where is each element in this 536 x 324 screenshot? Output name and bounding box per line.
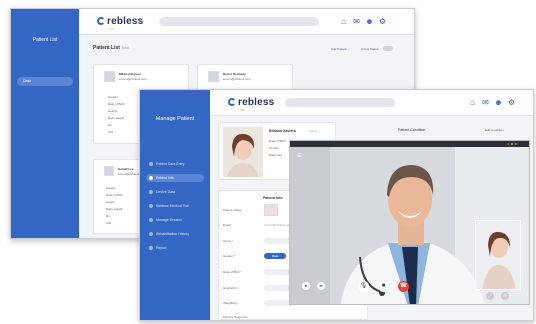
info-label: Diagnosis bbox=[269, 153, 283, 157]
mic-button[interactable]: 🎙 bbox=[358, 281, 369, 292]
sidebar-item-rehab-history[interactable]: Rehabilitation History bbox=[146, 230, 189, 238]
patient-photo bbox=[223, 127, 263, 177]
minimize-dot-icon[interactable] bbox=[511, 143, 513, 145]
logo-ring-icon bbox=[97, 17, 105, 25]
nav-dot-icon bbox=[149, 204, 153, 208]
condition-title: Patient Condition bbox=[398, 128, 426, 132]
field-label: Height bbox=[106, 200, 115, 204]
notification-icon[interactable]: ✉ bbox=[481, 98, 490, 107]
form-label: Patient Image bbox=[223, 208, 242, 212]
field-label: Body weight bbox=[108, 116, 125, 120]
sidebar-item-medical-tool[interactable]: Rebless Medical Tool bbox=[146, 202, 189, 210]
sidebar-title: Patient List bbox=[32, 37, 58, 43]
search-input[interactable] bbox=[159, 17, 319, 26]
field-label: Dx bbox=[106, 214, 110, 218]
form-label: Email bbox=[223, 223, 231, 227]
logo: rebless TM bbox=[97, 16, 143, 31]
self-view-pip[interactable] bbox=[475, 220, 521, 290]
form-label: Primary Diagnosis bbox=[223, 315, 248, 319]
camera-button[interactable]: ■ bbox=[378, 281, 389, 292]
field-label: Gender bbox=[106, 186, 117, 190]
add-patient-button[interactable]: Add Patient bbox=[331, 47, 347, 51]
pip-settings-button[interactable]: ⚙ bbox=[501, 292, 509, 300]
patient-image-thumb[interactable] bbox=[264, 204, 278, 216]
settings-icon[interactable]: ⚙ bbox=[507, 98, 516, 107]
form-label: Height(cm) bbox=[223, 286, 238, 290]
home-icon[interactable]: ⌂ bbox=[339, 17, 348, 26]
sidebar-title: Manage Patient bbox=[155, 116, 195, 122]
active-status-toggle[interactable]: Active Status bbox=[361, 47, 379, 51]
sidebar: Patient List Dash bbox=[11, 9, 79, 238]
form-label: Name * bbox=[223, 239, 234, 243]
field-label: Height bbox=[108, 109, 117, 113]
logo-ring-icon bbox=[228, 98, 236, 106]
notification-icon[interactable]: ✉ bbox=[352, 17, 361, 26]
form-title: Patient Info bbox=[263, 196, 283, 200]
user-icon[interactable]: ☻ bbox=[494, 98, 503, 107]
field-label: ICD bbox=[106, 221, 112, 225]
avatar bbox=[104, 166, 114, 176]
email-field[interactable]: Lorem@rebless.com bbox=[264, 223, 292, 227]
edit-condition-button[interactable]: Edit Condition bbox=[485, 128, 504, 132]
toggle-switch[interactable] bbox=[383, 46, 393, 51]
status-badge: Active bbox=[309, 129, 318, 133]
nav-dot-icon bbox=[149, 246, 153, 250]
field-label: Body weight bbox=[106, 207, 123, 211]
patient-photo-image bbox=[223, 127, 263, 177]
home-icon[interactable]: ⌂ bbox=[468, 98, 477, 107]
user-icon[interactable]: ☻ bbox=[365, 17, 374, 26]
menu-icon[interactable]: ☰ bbox=[297, 154, 301, 159]
nav-dot-icon bbox=[149, 190, 153, 194]
logo: rebless TM bbox=[228, 97, 274, 112]
form-label: Weight(kg) bbox=[223, 301, 238, 305]
sidebar-item-manage-session[interactable]: Manage Session bbox=[146, 216, 182, 224]
screenshot-stage: Patient List Dash rebless TM ⌂ ✉ ☻ ⚙ Pati… bbox=[0, 0, 536, 324]
search-input[interactable] bbox=[285, 98, 395, 107]
patient-name: Devon Kennedy bbox=[223, 72, 246, 76]
nav-dot-icon bbox=[149, 232, 153, 236]
self-view-image bbox=[476, 221, 520, 289]
swap-view-button[interactable]: ⤢ bbox=[486, 292, 494, 300]
more-options-button[interactable]: ● bbox=[302, 282, 310, 290]
top-bar: rebless TM ⌂ ✉ ☻ ⚙ bbox=[210, 90, 533, 116]
field-label: ICD bbox=[108, 130, 114, 134]
field-label: Gender bbox=[108, 95, 119, 99]
patient-email: Lorem@rebless.com bbox=[223, 77, 251, 81]
end-call-button[interactable]: ☎ bbox=[398, 281, 409, 292]
nav-dot-icon bbox=[149, 162, 153, 166]
patient-name: Mildred Bryson bbox=[119, 72, 141, 76]
info-label: Date of Birth bbox=[269, 139, 286, 143]
switch-camera-button[interactable]: ⇄ bbox=[317, 282, 325, 290]
patient-email: Lorem@rebless.com bbox=[119, 77, 147, 81]
field-label: Date of Birth bbox=[106, 193, 123, 197]
page-title: Patient List Total bbox=[93, 45, 129, 51]
sidebar-item-device-data[interactable]: Device Data bbox=[146, 188, 175, 196]
sidebar-item-dash[interactable]: Dash bbox=[17, 77, 73, 86]
settings-icon[interactable]: ⚙ bbox=[378, 17, 387, 26]
field-label: Date of Birth bbox=[108, 102, 125, 106]
form-label: Date of Birth * bbox=[223, 270, 242, 274]
nav-dot-icon bbox=[149, 218, 153, 222]
sidebar-item-patient-data-entry[interactable]: Patient Data Entry bbox=[146, 160, 184, 168]
sidebar: Manage Patient Patient Data Entry Patien… bbox=[140, 90, 210, 320]
field-label: Dx bbox=[108, 123, 112, 127]
info-label: Gender bbox=[269, 146, 280, 150]
sidebar-item-report[interactable]: Report bbox=[146, 244, 167, 252]
avatar bbox=[104, 71, 115, 82]
avatar bbox=[208, 71, 219, 82]
top-bar: rebless TM ⌂ ✉ ☻ ⚙ bbox=[79, 9, 414, 35]
form-label: Gender * bbox=[223, 254, 236, 258]
close-dot-icon[interactable] bbox=[507, 143, 509, 145]
maximize-dot-icon[interactable] bbox=[515, 143, 517, 145]
nav-dot-icon bbox=[149, 176, 153, 180]
sidebar-item-patient-info[interactable]: Patient Info bbox=[146, 174, 204, 182]
patient-name: Bibiana Xaviera bbox=[269, 129, 296, 133]
video-call-window: ☰ ● ⇄ 🎙 ■ ☎ ⤢ ⚙ bbox=[289, 140, 530, 305]
patient-name: Gerald Lee bbox=[118, 167, 134, 171]
gender-male-button[interactable]: Male bbox=[264, 253, 286, 259]
